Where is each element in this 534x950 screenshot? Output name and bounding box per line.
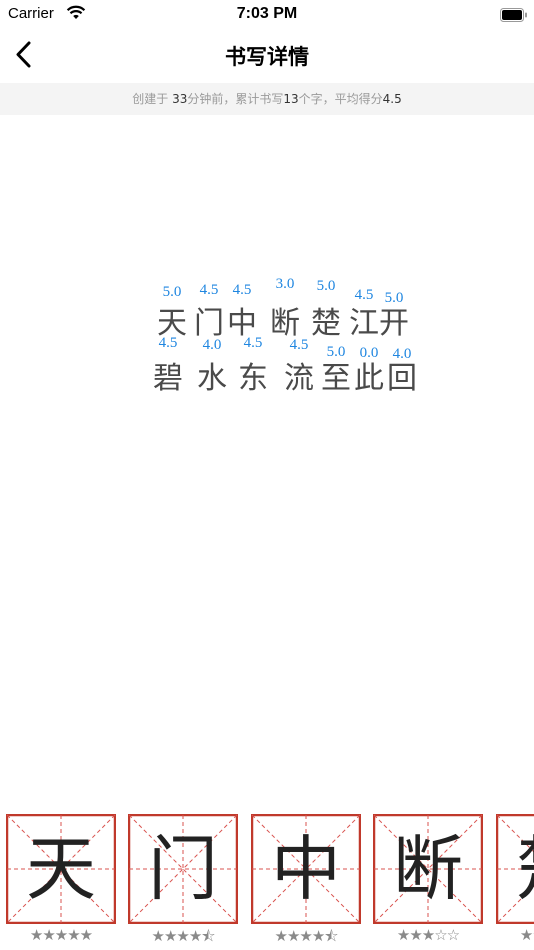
summary-average: 4.5 — [382, 92, 402, 106]
poem-cell[interactable]: 4.5 中 — [222, 280, 262, 341]
poem-cell[interactable]: 4.0 水 — [192, 335, 232, 396]
status-time: 7:03 PM — [236, 5, 298, 22]
poem-row-1: 5.0 天 4.5 门 4.5 中 3.0 断 5.0 楚 4.5 江 5.0 … — [0, 276, 534, 341]
summary-count: 13 — [283, 92, 299, 106]
character-glyph: 楚 — [496, 814, 534, 924]
poem-char: 东 — [238, 361, 268, 396]
character-glyph: 中 — [271, 828, 341, 910]
summary-mid-1: 分钟前，累计书写 — [187, 92, 284, 106]
star-rating: ★★★★⯪ — [151, 927, 216, 945]
poem-row-2: 4.5 碧 4.0 水 4.5 东 4.5 流 5.0 至 0.0 此 4.0 … — [0, 335, 534, 396]
character-card[interactable]: 楚 ★★★★★ — [496, 814, 534, 944]
character-glyph: 门 — [148, 828, 218, 910]
summary-minutes: 33 — [172, 92, 188, 106]
poem-char: 水 — [197, 361, 227, 396]
poem-char: 流 — [284, 361, 314, 396]
poem-score: 4.0 — [202, 337, 222, 353]
page-title: 书写详情 — [225, 45, 309, 69]
poem-cell[interactable]: 3.0 断 — [265, 276, 305, 341]
poem-cell[interactable]: 5.0 天 — [152, 280, 192, 341]
character-card[interactable]: 中 ★★★★⯪ — [251, 814, 361, 945]
character-glyph: 断 — [393, 828, 463, 910]
poem-char: 碧 — [153, 361, 183, 396]
summary-bar: 创建于 33分钟前，累计书写13个字，平均得分4.5 — [0, 83, 534, 115]
star-rating: ★★★★⯪ — [274, 927, 339, 945]
poem-score: 5.0 — [316, 278, 336, 294]
battery-icon — [500, 7, 527, 22]
poem-score: 4.5 — [243, 335, 263, 351]
character-strip[interactable]: 天 ★★★★★ 门 ★★★★⯪ 中 ★★★★⯪ 断 ★★★☆☆ ★ — [0, 812, 534, 950]
poem-score: 4.5 — [158, 335, 178, 351]
star-rating: ★★★★★ — [519, 926, 534, 944]
summary-mid-2: 个字，平均得分 — [298, 92, 383, 106]
summary-prefix: 创建于 — [132, 92, 173, 106]
poem-score: 3.0 — [275, 276, 295, 292]
poem-cell[interactable]: 4.5 流 — [279, 335, 319, 396]
character-card[interactable]: 断 ★★★☆☆ — [373, 814, 483, 944]
character-card[interactable]: 门 ★★★★⯪ — [128, 814, 238, 945]
character-card[interactable]: 天 ★★★★★ — [6, 814, 116, 944]
poem-cell[interactable]: 4.5 碧 — [148, 335, 188, 396]
poem-cell[interactable]: 5.0 楚 — [306, 278, 346, 341]
poem-cell[interactable]: 5.0 开 — [374, 280, 414, 341]
navigation-bar: 书写详情 — [0, 28, 534, 82]
poem-score: 4.5 — [289, 337, 309, 353]
poem-canvas: 5.0 天 4.5 门 4.5 中 3.0 断 5.0 楚 4.5 江 5.0 … — [0, 115, 534, 805]
status-bar: Carrier 7:03 PM — [0, 0, 534, 28]
poem-score: 4.5 — [232, 282, 252, 298]
character-glyph: 天 — [26, 828, 96, 910]
star-rating: ★★★★★ — [29, 926, 93, 944]
poem-cell[interactable]: 4.5 东 — [233, 335, 273, 396]
poem-cell[interactable]: 4.0 回 — [382, 335, 422, 396]
star-rating: ★★★☆☆ — [396, 926, 460, 944]
poem-char: 回 — [387, 361, 417, 396]
